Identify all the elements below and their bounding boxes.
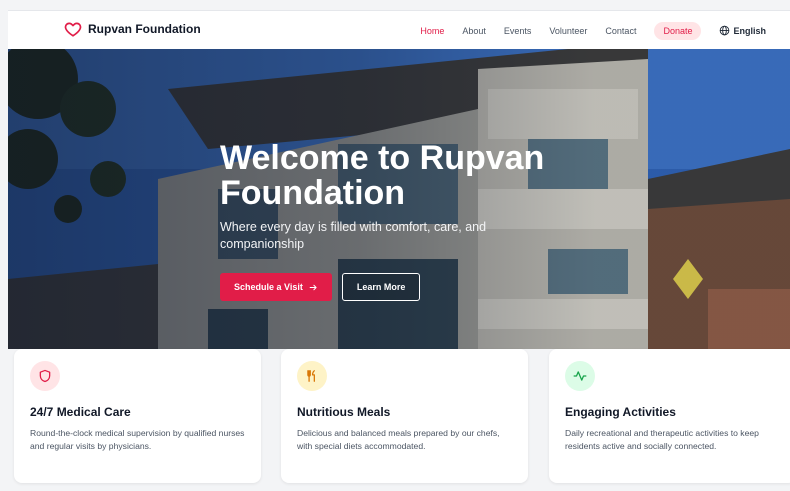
nav-links: Home About Events Volunteer Contact Dona… <box>420 11 766 50</box>
learn-more-button[interactable]: Learn More <box>341 273 421 301</box>
heart-icon <box>64 22 82 37</box>
feature-icon-circle <box>297 361 327 391</box>
feature-title: Nutritious Meals <box>297 405 391 419</box>
feature-description: Daily recreational and therapeutic activ… <box>565 428 759 451</box>
nav-link-about[interactable]: About <box>462 26 486 36</box>
top-navbar: Rupvan Foundation Home About Events Volu… <box>8 10 790 49</box>
nav-link-events[interactable]: Events <box>504 26 532 36</box>
hero-title: Welcome to Rupvan Foundation <box>220 139 545 212</box>
nav-link-home[interactable]: Home <box>420 26 444 36</box>
feature-card-activities[interactable]: Engaging Activities Daily recreational a… <box>549 349 790 483</box>
schedule-visit-label: Schedule a Visit <box>234 282 303 292</box>
feature-title: 24/7 Medical Care <box>30 405 131 419</box>
utensils-icon <box>307 370 315 382</box>
brand-name: Rupvan Foundation <box>88 22 201 36</box>
hero-section: Welcome to Rupvan Foundation Where every… <box>8 49 790 349</box>
feature-card-meals[interactable]: Nutritious Meals Delicious and balanced … <box>281 349 528 483</box>
hero-buttons: Schedule a Visit Learn More <box>220 273 421 301</box>
donate-button[interactable]: Donate <box>654 21 702 40</box>
globe-icon <box>720 25 730 36</box>
nav-link-volunteer[interactable]: Volunteer <box>549 26 587 36</box>
feature-icon-circle <box>565 361 595 391</box>
feature-card-medical[interactable]: 24/7 Medical Care Round-the-clock medica… <box>14 349 261 483</box>
shield-icon <box>39 369 51 383</box>
nav-link-contact[interactable]: Contact <box>605 26 636 36</box>
arrow-right-icon <box>309 284 317 290</box>
feature-description: Delicious and balanced meals prepared by… <box>297 428 500 451</box>
activity-icon <box>573 371 587 381</box>
feature-title: Engaging Activities <box>565 405 676 419</box>
language-label: English <box>733 25 766 36</box>
language-selector[interactable]: English <box>719 25 766 36</box>
feature-description: Round-the-clock medical supervision by q… <box>30 428 245 451</box>
hero-subtitle: Where every day is filled with comfort, … <box>220 220 487 251</box>
schedule-visit-button[interactable]: Schedule a Visit <box>220 273 332 301</box>
feature-cards: 24/7 Medical Care Round-the-clock medica… <box>14 349 790 483</box>
feature-icon-circle <box>30 361 60 391</box>
brand[interactable]: Rupvan Foundation <box>64 20 201 38</box>
hero-content: Welcome to Rupvan Foundation Where every… <box>220 141 580 253</box>
